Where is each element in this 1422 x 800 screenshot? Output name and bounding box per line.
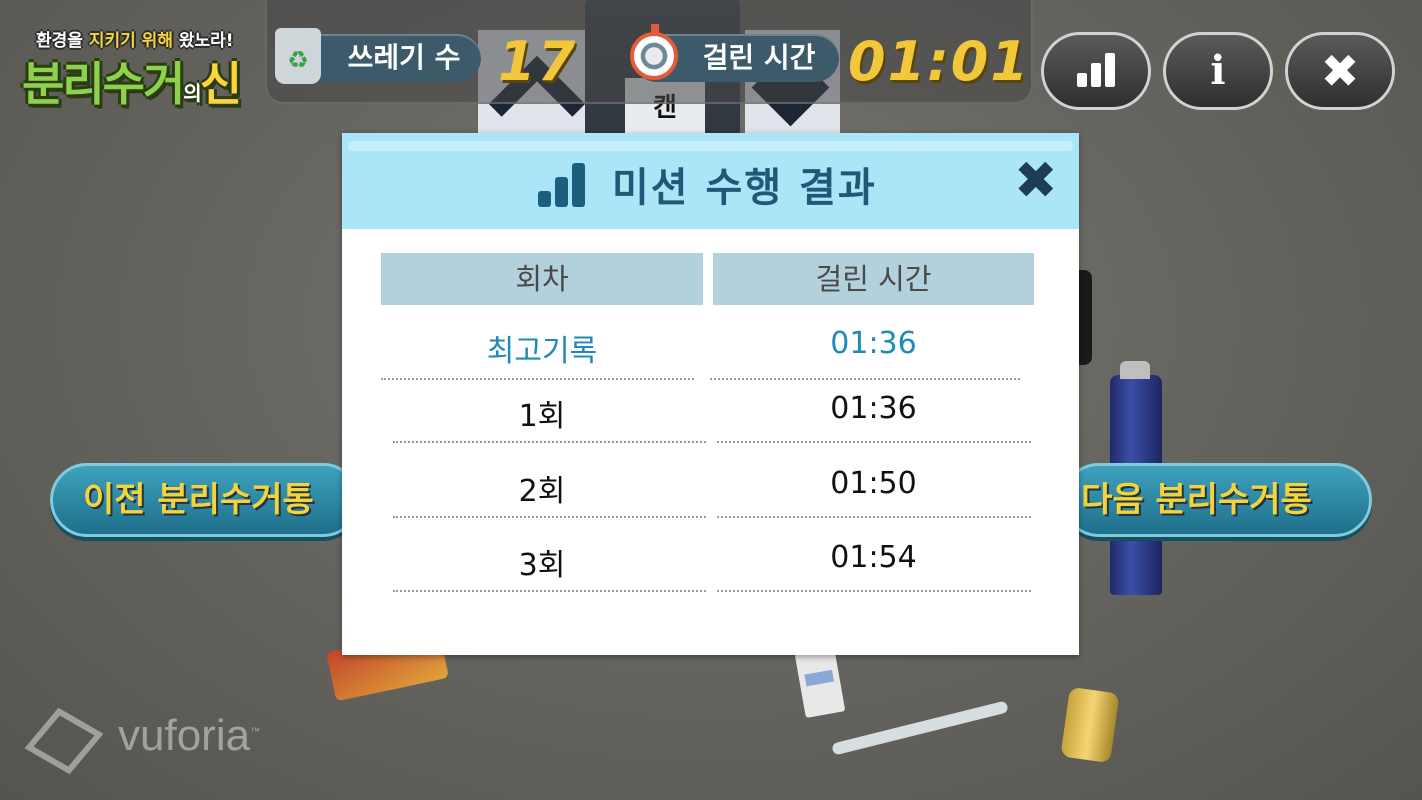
row-divider [717,516,1031,518]
row-divider [393,441,706,443]
vuforia-cube-icon [28,705,90,767]
row-divider [710,378,1020,380]
next-bin-button[interactable]: 다음 분리수거통 [1062,463,1372,537]
logo-title: 분리수거의신 [22,57,242,111]
elapsed-time-value: 01:01 [848,30,1030,93]
vuforia-brand: vuforia [118,711,251,760]
bg-milk-carton [794,647,846,718]
column-header-time: 걸린 시간 [713,253,1034,305]
bg-beverage-can [1060,686,1120,764]
stopwatch-icon [630,24,678,80]
round-3-time: 01:54 [830,540,917,575]
bg-fluorescent-tube [831,700,1009,756]
info-button[interactable]: i [1163,32,1273,110]
round-2-time: 01:50 [830,466,917,501]
bar-chart-icon [538,161,585,207]
exit-button[interactable]: ✖ [1285,32,1395,110]
round-1-time: 01:36 [830,391,917,426]
bar-chart-icon [1077,51,1115,87]
row-divider [393,590,706,592]
row-divider [393,516,706,518]
best-record-label: 최고기록 [486,334,598,369]
dialog-title: 미션 수행 결과 [612,165,877,211]
info-icon: i [1210,47,1226,94]
round-1-label: 1회 [518,399,566,434]
close-icon: ✖ [1320,44,1360,98]
game-logo: 환경을 지키기 위해 왔노라! 분리수거의신 [18,22,258,112]
recycle-bin-icon: ♻ [275,28,321,84]
column-header-round: 회차 [381,253,703,305]
dialog-header: 미션 수행 결과 ✖ [342,133,1079,229]
best-record-time: 01:36 [830,326,917,361]
row-divider [381,378,694,380]
row-divider [717,441,1031,443]
round-3-label: 3회 [518,548,566,583]
vuforia-watermark: vuforia™ [28,705,260,767]
dialog-close-button[interactable]: ✖ [1014,151,1058,211]
stats-button[interactable] [1041,32,1151,110]
prev-bin-button[interactable]: 이전 분리수거통 [50,463,360,537]
row-divider [717,590,1031,592]
round-2-label: 2회 [518,474,566,509]
trash-count-value: 17 [498,30,578,93]
mission-result-dialog: 미션 수행 결과 ✖ 회차 걸린 시간 최고기록 01:36 1회 01:36 … [342,133,1079,655]
